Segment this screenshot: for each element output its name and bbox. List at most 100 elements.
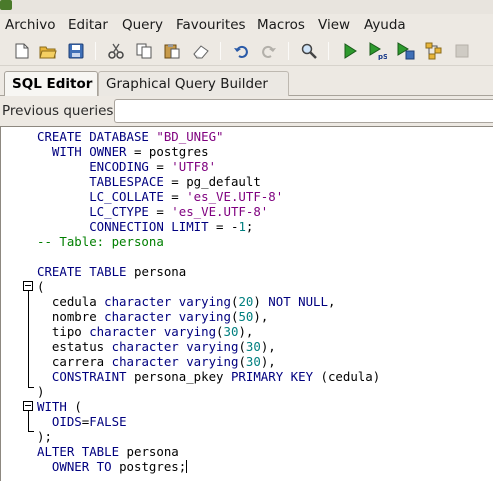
eraser-icon[interactable] xyxy=(191,41,211,61)
code-line: carrera character varying(30), xyxy=(37,354,276,369)
code-token: tipo xyxy=(37,324,90,339)
code-token: LC_COLLATE xyxy=(37,189,172,204)
paste-icon[interactable] xyxy=(162,41,182,61)
code-line: CONSTRAINT persona_pkey PRIMARY KEY (ced… xyxy=(37,369,380,384)
code-line: CREATE TABLE persona xyxy=(37,264,186,279)
code-line: ( xyxy=(37,279,44,294)
menu-archivo[interactable]: Archivo xyxy=(5,17,55,33)
code-line: CONNECTION LIMIT = -1; xyxy=(37,219,253,234)
execute-to-file-icon[interactable] xyxy=(396,41,416,61)
app-icon xyxy=(0,0,12,10)
code-token: = xyxy=(133,144,149,159)
code-line: ) xyxy=(37,384,44,399)
code-token: 20 xyxy=(238,294,254,309)
code-token: estatus xyxy=(37,339,112,354)
code-line: cedula character varying(20) NOT NULL, xyxy=(37,294,336,309)
code-token: ); xyxy=(37,429,52,444)
menu-view[interactable]: View xyxy=(318,17,350,33)
explain-icon[interactable] xyxy=(424,41,444,61)
svg-text:pS: pS xyxy=(378,53,387,60)
code-token: character varying xyxy=(89,324,217,339)
cut-icon[interactable] xyxy=(106,41,126,61)
code-token: ) xyxy=(37,384,45,399)
code-token: cedula xyxy=(37,294,105,309)
code-token: = xyxy=(156,159,172,174)
open-folder-icon[interactable] xyxy=(38,41,58,61)
code-token: character varying xyxy=(111,339,239,354)
code-line: ALTER TABLE persona xyxy=(37,444,179,459)
copy-icon[interactable] xyxy=(134,41,154,61)
tab-graphical-query-builder[interactable]: Graphical Query Builder xyxy=(98,71,289,96)
code-token: 30 xyxy=(223,324,239,339)
fold-toggle-icon[interactable] xyxy=(23,401,33,411)
find-icon[interactable] xyxy=(299,41,319,61)
code-token: 30 xyxy=(245,354,261,369)
code-token: FALSE xyxy=(89,414,127,429)
code-token: ), xyxy=(238,324,254,339)
toolbar-separator xyxy=(328,42,329,60)
editor-tabs: SQL Editor Graphical Query Builder xyxy=(0,68,493,98)
code-token: 30 xyxy=(245,339,261,354)
tab-sql-editor[interactable]: SQL Editor xyxy=(4,71,98,96)
fold-end-marker xyxy=(28,431,34,432)
code-token: ), xyxy=(260,354,276,369)
toolbar-separator xyxy=(95,42,96,60)
sql-editor[interactable]: CREATE DATABASE "BD_UNEG" WITH OWNER = p… xyxy=(0,126,493,481)
menu-macros[interactable]: Macros xyxy=(257,17,305,33)
code-token: ( xyxy=(238,339,246,354)
previous-queries-bar: Previous queries xyxy=(0,98,493,126)
code-token: = xyxy=(156,204,172,219)
execute-icon[interactable] xyxy=(340,41,360,61)
execute-pgscript-icon[interactable]: pS xyxy=(368,41,388,61)
undo-icon[interactable] xyxy=(231,41,251,61)
code-line: CREATE DATABASE "BD_UNEG" xyxy=(37,129,224,144)
code-token: ) xyxy=(372,369,381,384)
code-line: estatus character varying(30), xyxy=(37,339,276,354)
new-file-icon[interactable] xyxy=(12,41,32,61)
previous-queries-dropdown[interactable] xyxy=(114,99,493,123)
code-token: persona xyxy=(126,444,179,459)
code-token: 'UTF8' xyxy=(171,159,217,174)
code-token: = xyxy=(171,189,187,204)
code-token: -- Table: persona xyxy=(37,234,164,249)
code-token: CREATE DATABASE xyxy=(37,129,157,144)
code-token: ; xyxy=(245,219,254,234)
menu-ayuda[interactable]: Ayuda xyxy=(364,17,406,33)
menu-favourites[interactable]: Favourites xyxy=(176,17,246,33)
menu-editar[interactable]: Editar xyxy=(68,17,108,33)
code-token: carrera xyxy=(37,354,112,369)
code-token: ENCODING xyxy=(37,159,157,174)
code-token: OIDS xyxy=(37,414,82,429)
code-token: CONSTRAINT xyxy=(37,369,134,384)
toolbar: pS xyxy=(0,36,493,66)
code-token: = - xyxy=(216,219,239,234)
code-line: nombre character varying(50), xyxy=(37,309,268,324)
code-token: character varying xyxy=(104,294,231,309)
code-token: ( xyxy=(238,354,246,369)
code-token: 'es_VE.UTF-8' xyxy=(171,204,269,219)
code-line: -- Table: persona xyxy=(37,234,164,249)
code-token: persona xyxy=(133,264,187,279)
code-token: PRIMARY KEY xyxy=(230,369,321,384)
code-token: "BD_UNEG" xyxy=(156,129,224,144)
cancel-icon[interactable] xyxy=(452,41,472,61)
fold-end-marker xyxy=(28,387,34,388)
code-line: OIDS=FALSE xyxy=(37,414,127,429)
code-line: WITH ( xyxy=(37,399,82,414)
redo-icon[interactable] xyxy=(259,41,279,61)
fold-guide xyxy=(28,291,29,387)
code-token: ; xyxy=(178,459,187,474)
code-token: ( xyxy=(216,324,224,339)
code-line: WITH OWNER = postgres xyxy=(37,144,209,159)
save-icon[interactable] xyxy=(66,41,86,61)
code-token: CONNECTION LIMIT xyxy=(37,219,217,234)
menu-query[interactable]: Query xyxy=(122,17,163,33)
code-token: TABLESPACE xyxy=(37,174,172,189)
fold-toggle-icon[interactable] xyxy=(23,281,33,291)
fold-margin xyxy=(1,127,35,481)
code-token: postgres xyxy=(148,144,209,159)
code-token: CREATE TABLE xyxy=(37,264,134,279)
code-line: LC_COLLATE = 'es_VE.UTF-8' xyxy=(37,189,283,204)
toolbar-separator xyxy=(288,42,289,60)
code-token: ( xyxy=(320,369,328,384)
